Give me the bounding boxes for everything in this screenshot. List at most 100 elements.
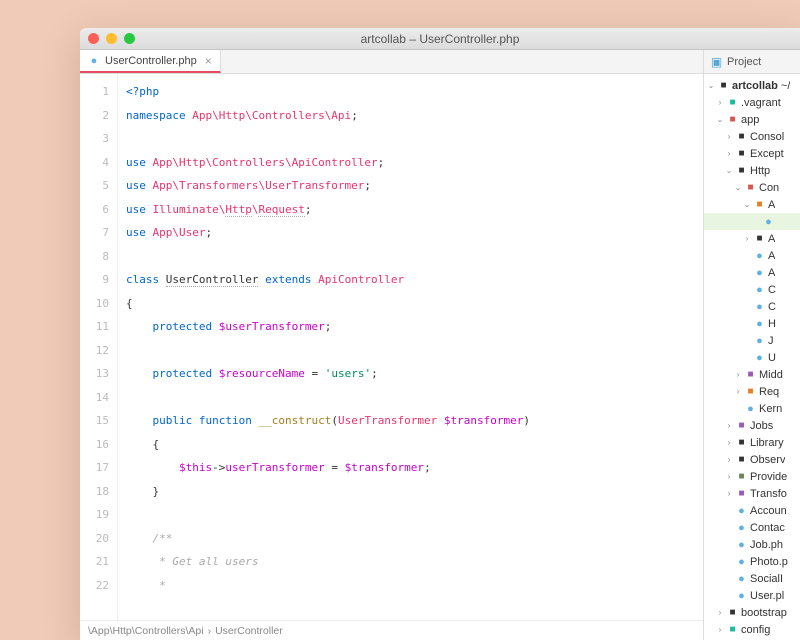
close-tab-icon[interactable]: ×: [205, 54, 212, 68]
tree-item[interactable]: C: [704, 281, 800, 298]
tree-root[interactable]: ⌄artcollab ~/: [704, 77, 800, 94]
code-line[interactable]: }: [126, 480, 695, 504]
code-line[interactable]: namespace App\Http\Controllers\Api;: [126, 104, 695, 128]
code-line[interactable]: protected $resourceName = 'users';: [126, 362, 695, 386]
code-line[interactable]: use App\Transformers\UserTransformer;: [126, 174, 695, 198]
line-number: 21: [80, 550, 109, 574]
project-tree[interactable]: ⌄artcollab ~/›.vagrant⌄app›Consol›Except…: [704, 74, 800, 640]
code-line[interactable]: /**: [126, 527, 695, 551]
folder-icon: [735, 436, 748, 449]
tree-item-label: SocialI: [750, 573, 783, 585]
tree-item[interactable]: C: [704, 298, 800, 315]
tree-item[interactable]: ›bootstrap: [704, 604, 800, 621]
line-number: 10: [80, 292, 109, 316]
breadcrumb-current: UserController: [215, 625, 283, 637]
code-line[interactable]: class UserController extends ApiControll…: [126, 268, 695, 292]
editor-tab-usercontroller[interactable]: UserController.php ×: [80, 50, 221, 73]
tree-item[interactable]: SocialI: [704, 570, 800, 587]
zoom-window-button[interactable]: [124, 33, 135, 44]
tree-item[interactable]: ›Consol: [704, 128, 800, 145]
tree-item[interactable]: ›Req: [704, 383, 800, 400]
code-line[interactable]: [126, 127, 695, 151]
php-file-icon: [744, 402, 757, 415]
folder-icon: [753, 232, 766, 245]
code-line[interactable]: <?php: [126, 80, 695, 104]
code-line[interactable]: [126, 245, 695, 269]
code-content[interactable]: <?phpnamespace App\Http\Controllers\Api;…: [118, 74, 703, 620]
tree-item[interactable]: Kern: [704, 400, 800, 417]
tree-item[interactable]: ›Except: [704, 145, 800, 162]
tree-item[interactable]: ›config: [704, 621, 800, 638]
code-line[interactable]: *: [126, 574, 695, 598]
code-line[interactable]: [126, 503, 695, 527]
tree-item-label: U: [768, 352, 776, 364]
tree-item[interactable]: User.pl: [704, 587, 800, 604]
code-line[interactable]: [126, 339, 695, 363]
ide-window: artcollab – UserController.php UserContr…: [80, 28, 800, 640]
code-line[interactable]: use App\Http\Controllers\ApiController;: [126, 151, 695, 175]
php-file-icon: [88, 55, 100, 67]
tree-item-label: config: [741, 624, 770, 636]
tree-item[interactable]: ›Provide: [704, 468, 800, 485]
tree-item[interactable]: ›Library: [704, 434, 800, 451]
tree-item[interactable]: [704, 213, 800, 230]
code-line[interactable]: protected $userTransformer;: [126, 315, 695, 339]
line-number: 18: [80, 480, 109, 504]
line-number: 3: [80, 127, 109, 151]
code-line[interactable]: * Get all users: [126, 550, 695, 574]
php-file-icon: [753, 351, 766, 364]
line-number: 13: [80, 362, 109, 386]
tree-item[interactable]: ›.vagrant: [704, 94, 800, 111]
window-controls: [88, 33, 135, 44]
php-file-icon: [762, 215, 775, 228]
line-number-gutter: 12345678910111213141516171819202122: [80, 74, 118, 620]
tree-item[interactable]: Photo.p: [704, 553, 800, 570]
php-file-icon: [753, 283, 766, 296]
tree-item[interactable]: ›Jobs: [704, 417, 800, 434]
folder-icon: [735, 453, 748, 466]
tree-item[interactable]: J: [704, 332, 800, 349]
tree-item[interactable]: ⌄Http: [704, 162, 800, 179]
tree-item[interactable]: ›Midd: [704, 366, 800, 383]
tree-item[interactable]: Contac: [704, 519, 800, 536]
tree-item[interactable]: ⌄A: [704, 196, 800, 213]
tree-item[interactable]: Accoun: [704, 502, 800, 519]
line-number: 12: [80, 339, 109, 363]
tree-item[interactable]: ›A: [704, 230, 800, 247]
breadcrumb-path: \App\Http\Controllers\Api: [88, 625, 204, 637]
tree-item[interactable]: ⌄app: [704, 111, 800, 128]
line-number: 22: [80, 574, 109, 598]
tree-item[interactable]: A: [704, 247, 800, 264]
tree-item[interactable]: U: [704, 349, 800, 366]
folder-icon: [726, 113, 739, 126]
code-line[interactable]: {: [126, 433, 695, 457]
tree-item[interactable]: ›Observ: [704, 451, 800, 468]
code-line[interactable]: use App\User;: [126, 221, 695, 245]
breadcrumb-sep-icon: ›: [208, 625, 212, 637]
tree-item[interactable]: ›Transfo: [704, 485, 800, 502]
tree-item-label: A: [768, 250, 775, 262]
code-line[interactable]: {: [126, 292, 695, 316]
window-body: UserController.php × 1234567891011121314…: [80, 50, 800, 640]
tree-item[interactable]: A: [704, 264, 800, 281]
folder-icon: [726, 96, 739, 109]
code-line[interactable]: use Illuminate\Http\Request;: [126, 198, 695, 222]
code-editor[interactable]: 12345678910111213141516171819202122 <?ph…: [80, 74, 703, 620]
tree-item-label: Con: [759, 182, 779, 194]
tree-item-label: bootstrap: [741, 607, 787, 619]
tree-item-label: .vagrant: [741, 97, 781, 109]
code-line[interactable]: $this->userTransformer = $transformer;: [126, 456, 695, 480]
sidebar-header[interactable]: Project: [704, 50, 800, 74]
line-number: 16: [80, 433, 109, 457]
close-window-button[interactable]: [88, 33, 99, 44]
line-number: 9: [80, 268, 109, 292]
line-number: 2: [80, 104, 109, 128]
minimize-window-button[interactable]: [106, 33, 117, 44]
tree-item[interactable]: Job.ph: [704, 536, 800, 553]
tree-item[interactable]: ⌄Con: [704, 179, 800, 196]
folder-icon: [735, 164, 748, 177]
code-line[interactable]: [126, 386, 695, 410]
breadcrumb[interactable]: \App\Http\Controllers\Api › UserControll…: [80, 620, 703, 640]
code-line[interactable]: public function __construct(UserTransfor…: [126, 409, 695, 433]
tree-item[interactable]: H: [704, 315, 800, 332]
